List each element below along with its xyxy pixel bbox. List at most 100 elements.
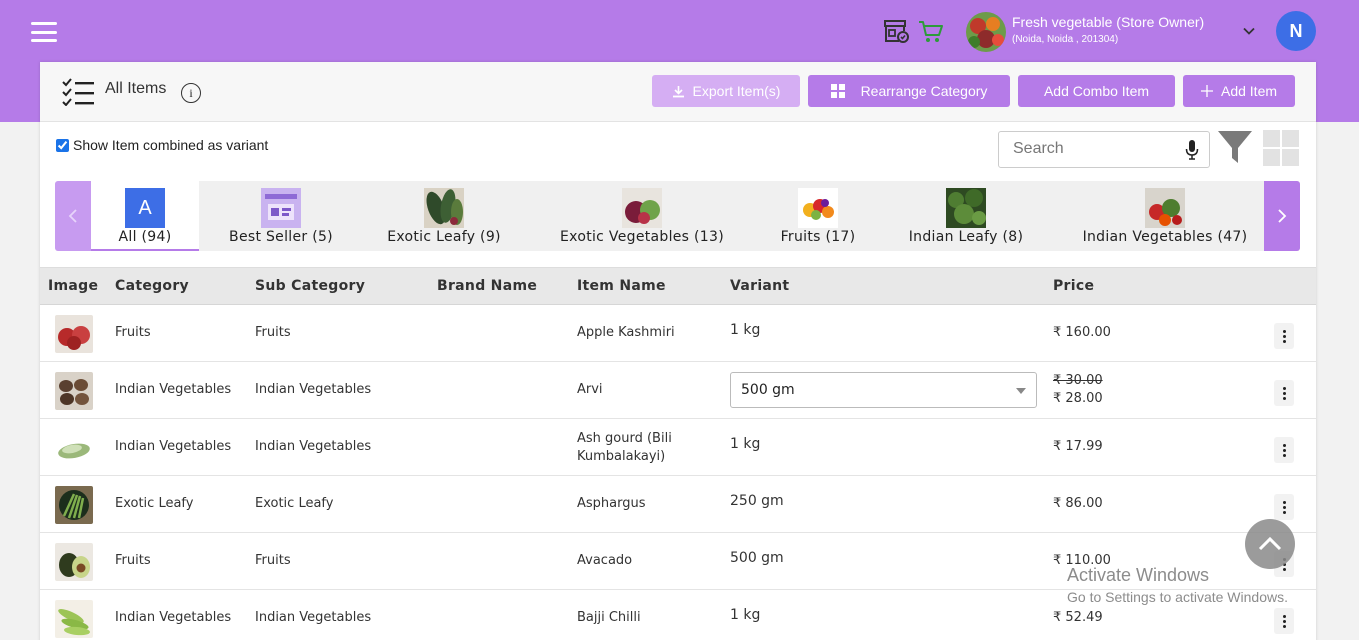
column-item-name[interactable]: Item Name [577,278,666,294]
cart-icon[interactable] [918,18,944,44]
category-exotic-vegetables[interactable]: Exotic Vegetables (13) [553,181,731,251]
category-label: Exotic Vegetables (13) [560,229,724,245]
table-row[interactable]: Indian Vegetables Indian Vegetables Ash … [40,419,1316,476]
row-price: ₹ 86.00 [1053,496,1103,511]
user-avatar[interactable]: N [1276,11,1316,51]
row-category: Exotic Leafy [115,496,194,511]
letter-a-tile: A [125,188,165,228]
row-sub-category: Indian Vegetables [255,610,372,625]
column-sub-category[interactable]: Sub Category [255,278,365,294]
exotic-leafy-photo [424,188,464,228]
more-options-icon[interactable] [1274,494,1294,520]
row-price: ₹ 160.00 [1053,325,1111,340]
chilli-photo [55,600,93,638]
row-item-name: Asphargus [577,496,646,511]
indian-vegetables-photo [1145,188,1185,228]
category-label: Indian Leafy (8) [908,229,1024,245]
category-best-seller[interactable]: Best Seller (5) [215,181,347,251]
chevron-left-icon [68,209,77,223]
more-options-icon[interactable] [1274,380,1294,406]
row-sub-category: Fruits [255,553,291,568]
row-category: Indian Vegetables [115,610,232,625]
grid-view-icon[interactable] [1263,130,1299,166]
apple-photo [55,315,93,353]
store-avatar[interactable] [966,12,1006,52]
column-brand-name[interactable]: Brand Name [437,278,537,294]
add-item-label: Add Item [1220,83,1278,99]
filter-icon[interactable] [1217,129,1253,165]
category-prev-button[interactable] [55,181,91,251]
row-sub-category: Indian Vegetables [255,382,372,397]
indian-leafy-photo [946,188,986,228]
variant-select[interactable]: 500 gm [730,372,1037,408]
caret-down-icon [1016,388,1026,394]
activate-windows-watermark: Activate Windows Go to Settings to activ… [1067,565,1288,605]
avocado-photo [55,543,93,581]
store-address: (Noida, Noida , 201304) [1012,34,1119,45]
row-price: ₹ 28.00 [1053,391,1103,406]
microphone-icon[interactable] [1185,140,1199,160]
row-sub-category: Fruits [255,325,291,340]
row-category: Indian Vegetables [115,439,232,454]
more-options-icon[interactable] [1274,608,1294,634]
table-row[interactable]: Exotic Leafy Exotic Leafy Asphargus 250 … [40,476,1316,533]
more-options-icon[interactable] [1274,323,1294,349]
category-all[interactable]: A All (94) [91,181,199,251]
menu-icon[interactable] [31,22,57,42]
chevron-right-icon [1278,209,1287,223]
category-indian-vegetables[interactable]: Indian Vegetables (47) [1079,181,1251,251]
category-label: Indian Vegetables (47) [1082,229,1248,245]
column-price[interactable]: Price [1053,278,1094,294]
rearrange-category-label: Rearrange Category [860,83,988,99]
category-indian-leafy[interactable]: Indian Leafy (8) [907,181,1025,251]
category-exotic-leafy[interactable]: Exotic Leafy (9) [377,181,511,251]
row-category: Indian Vegetables [115,382,232,397]
variant-checkbox[interactable] [56,138,69,152]
row-variant: 1 kg [730,322,761,338]
row-variant: 1 kg [730,436,761,452]
store-name[interactable]: Fresh vegetable (Store Owner) [1012,14,1204,30]
asparagus-photo [55,486,93,524]
search-input[interactable] [1013,140,1173,158]
column-category[interactable]: Category [115,278,189,294]
category-fruits[interactable]: Fruits (17) [775,181,861,251]
export-items-button[interactable]: Export Item(s) [652,75,800,107]
row-item-name: Bajji Chilli [577,610,641,625]
grid-layout-icon [830,84,845,98]
add-item-button[interactable]: Add Item [1183,75,1295,107]
column-image[interactable]: Image [48,278,98,294]
row-sub-category: Indian Vegetables [255,439,372,454]
add-combo-item-label: Add Combo Item [1043,83,1150,99]
add-combo-item-button[interactable]: Add Combo Item [1018,75,1175,107]
rearrange-category-button[interactable]: Rearrange Category [808,75,1010,107]
checklist-icon [62,78,94,106]
variant-toggle-label: Show Item combined as variant [73,137,269,153]
watermark-subtitle: Go to Settings to activate Windows. [1067,589,1288,605]
row-price-old: ₹ 30.00 [1053,373,1103,388]
row-category: Fruits [115,325,151,340]
row-variant: 250 gm [730,493,784,509]
category-next-button[interactable] [1264,181,1300,251]
category-label: All (94) [118,229,172,245]
category-label: Fruits (17) [780,229,856,245]
row-item-name: Apple Kashmiri [577,325,675,340]
more-options-icon[interactable] [1274,437,1294,463]
variant-select-value: 500 gm [741,382,795,398]
store-icon[interactable] [883,18,909,44]
variant-toggle[interactable]: Show Item combined as variant [56,137,268,153]
row-variant: 500 gm [730,550,784,566]
table-row[interactable]: Fruits Fruits Apple Kashmiri 1 kg ₹ 160.… [40,305,1316,362]
table-row[interactable]: Indian Vegetables Indian Vegetables Arvi… [40,362,1316,419]
search-box[interactable] [998,131,1210,168]
table-header: Image Category Sub Category Brand Name I… [40,267,1316,305]
row-category: Fruits [115,553,151,568]
info-icon[interactable]: i [181,83,201,103]
exotic-vegetables-photo [622,188,662,228]
column-variant[interactable]: Variant [730,278,789,294]
scroll-to-top-button[interactable] [1245,519,1295,569]
chevron-down-icon[interactable] [1242,24,1256,38]
best-seller-banner [261,188,301,228]
row-price: ₹ 52.49 [1053,610,1103,625]
row-price: ₹ 17.99 [1053,439,1103,454]
watermark-title: Activate Windows [1067,565,1210,585]
